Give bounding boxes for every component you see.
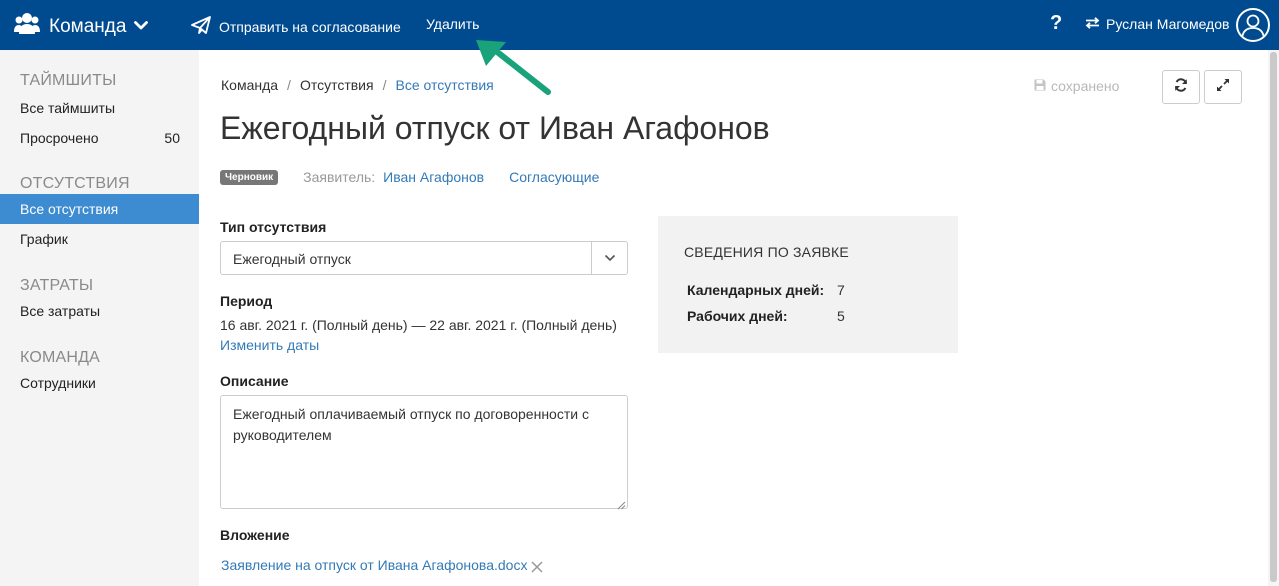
sidebar-section-team: КОМАНДА [20,349,101,366]
brand-label: Команда [49,15,127,37]
help-button[interactable]: ? [1050,12,1062,35]
breadcrumb-absences[interactable]: Отсутствия [300,77,374,93]
send-for-approval-button[interactable]: Отправить на согласование [191,16,401,37]
attachment-link[interactable]: Заявление на отпуск от Ивана Агафонова.d… [221,557,527,573]
status-badge: Черновик [220,169,279,185]
expand-icon [1216,78,1230,97]
change-dates-link[interactable]: Изменить даты [220,337,319,353]
period-label: Период [220,293,273,309]
page-title: Ежегодный отпуск от Иван Агафонов [220,110,770,146]
description-label: Описание [220,373,289,389]
request-info-panel: СВЕДЕНИЯ ПО ЗАЯВКЕ Календарных дней: 7 Р… [658,216,958,353]
breadcrumb: Команда / Отсутствия / Все отсутствия [221,77,494,93]
sidebar-item-all-expenses[interactable]: Все затраты [0,296,199,326]
sidebar-item-overdue[interactable]: Просрочено 50 [0,123,199,153]
sidebar-section-expenses: ЗАТРАТЫ [20,277,94,294]
sidebar-item-label: Сотрудники [20,375,96,391]
applicant-link[interactable]: Иван Агафонов [383,169,484,185]
swap-icon [1085,16,1106,32]
calendar-days-label: Календарных дней: [687,282,825,298]
refresh-icon [1174,77,1188,97]
sidebar-item-employees[interactable]: Сотрудники [0,368,199,398]
sidebar-item-all-absences[interactable]: Все отсутствия [0,194,199,224]
breadcrumb-separator: / [287,77,291,93]
floppy-disk-icon [1034,78,1051,94]
sidebar-item-all-timesheets[interactable]: Все таймшиты [0,93,199,123]
resize-handle-icon[interactable] [617,497,626,515]
sidebar-item-label: Все затраты [20,303,101,319]
breadcrumb-separator: / [382,77,387,93]
applicant-label: Заявитель: [303,169,376,185]
top-navbar: Команда Отправить на согласование Удалит… [0,0,1279,50]
absence-type-label: Тип отсутствия [220,219,327,235]
sidebar-item-label: Просрочено [20,130,99,146]
user-avatar-icon[interactable] [1236,8,1270,42]
sidebar-item-schedule[interactable]: График [0,224,199,254]
request-meta: Черновик Заявитель: Иван Агафонов Соглас… [220,167,599,187]
sidebar-item-label: Все таймшиты [20,100,116,116]
sidebar-item-label: График [20,231,68,247]
sidebar-section-timesheets: ТАЙМШИТЫ [20,72,117,89]
sidebar-section-absences: ОТСУТСТВИЯ [20,175,130,192]
sidebar: ТАЙМШИТЫ Все таймшиты Просрочено 50 ОТСУ… [0,50,199,586]
sidebar-item-label: Все отсутствия [20,201,119,217]
absence-type-select[interactable]: Ежегодный отпуск [220,241,628,275]
expand-button[interactable] [1204,70,1242,104]
absence-type-value: Ежегодный отпуск [233,251,351,267]
work-days-value: 5 [837,308,845,324]
calendar-days-value: 7 [837,282,845,298]
user-switch-menu[interactable]: Руслан Магомедов [1085,16,1229,32]
work-days-label: Рабочих дней: [687,308,788,324]
saved-label: сохранено [1051,78,1120,94]
attachment-label: Вложение [220,527,290,543]
description-textarea[interactable]: Ежегодный оплачиваемый отпуск по договор… [220,395,628,509]
chevron-down-icon[interactable] [591,242,627,274]
scrollbar-thumb[interactable] [1270,52,1277,582]
period-value: 16 авг. 2021 г. (Полный день) — 22 авг. … [220,317,617,333]
overdue-count: 50 [164,130,180,146]
info-panel-title: СВЕДЕНИЯ ПО ЗАЯВКЕ [684,244,849,260]
chevron-down-icon [134,18,149,36]
annotation-arrow-icon [470,34,560,109]
brand-menu[interactable]: Команда [14,12,149,41]
approvers-link[interactable]: Согласующие [509,169,599,185]
send-for-approval-label: Отправить на согласование [219,18,401,35]
user-name: Руслан Магомедов [1106,16,1230,32]
refresh-button[interactable] [1162,70,1200,104]
delete-button[interactable]: Удалить [426,16,479,32]
saved-status: сохранено [1034,78,1119,94]
team-icon [14,12,40,41]
paper-plane-icon [191,16,219,37]
remove-attachment-icon[interactable] [530,560,544,579]
breadcrumb-team[interactable]: Команда [221,77,278,93]
